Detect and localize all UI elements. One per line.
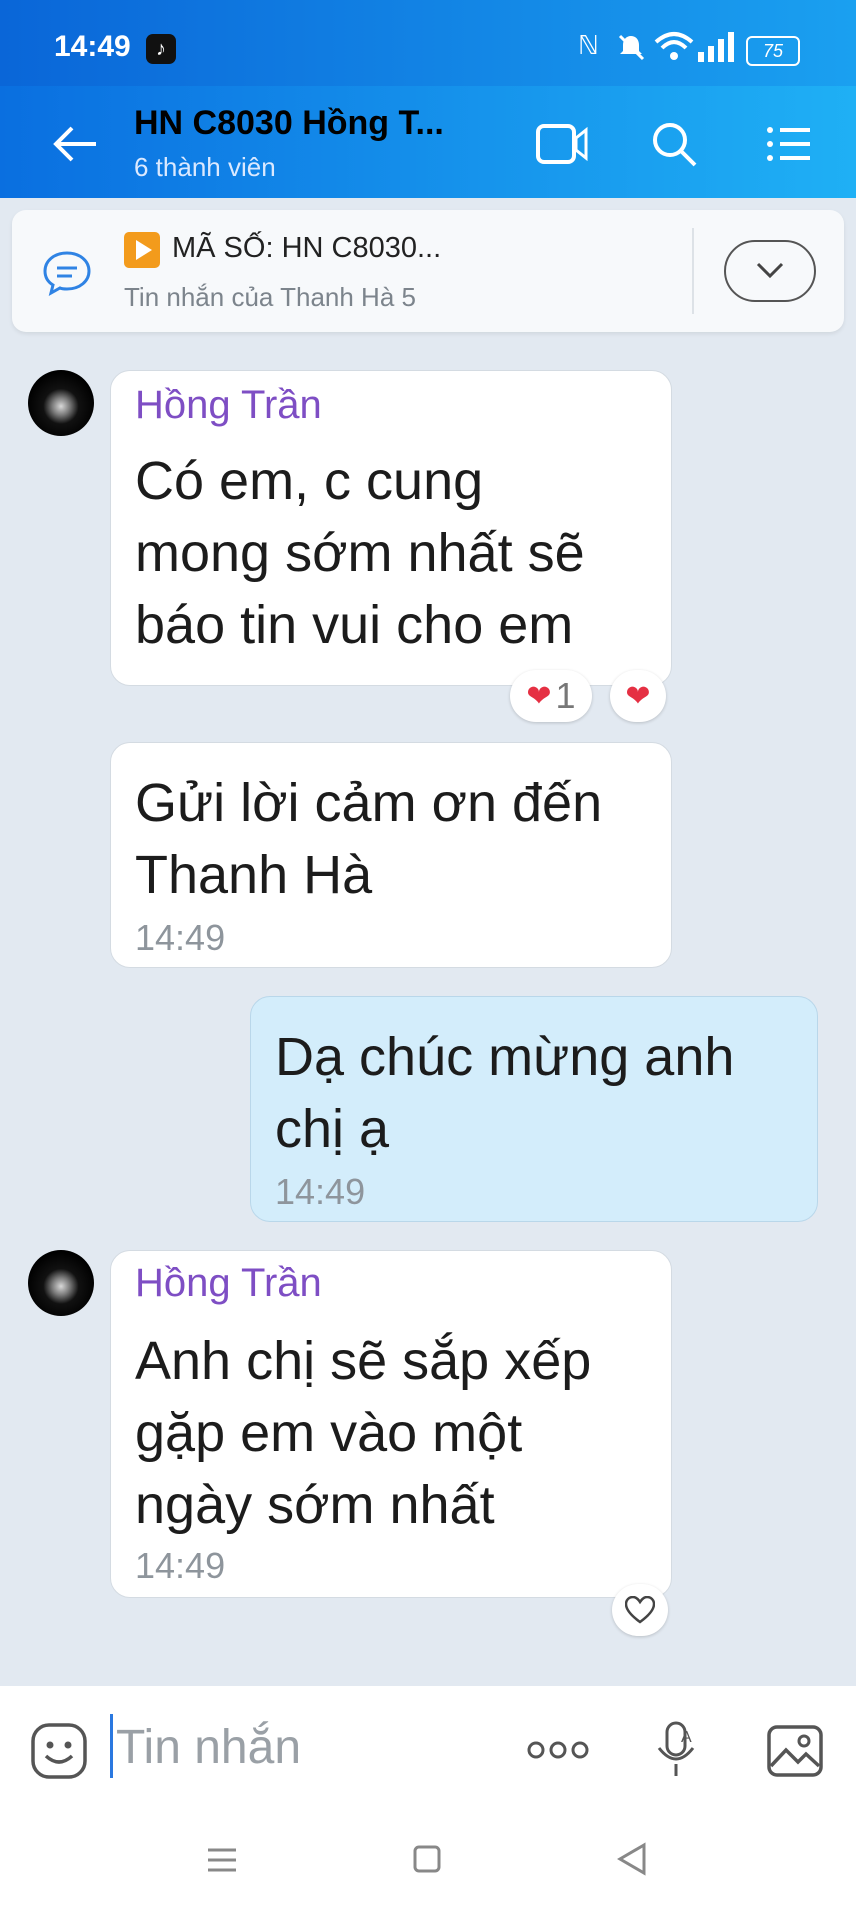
play-icon xyxy=(124,232,160,268)
avatar[interactable] xyxy=(28,370,94,436)
heart-icon: ❤ xyxy=(526,679,552,713)
heart-icon: ❤ xyxy=(625,679,651,713)
message-bubble[interactable]: Hồng Trần Anh chị sẽ sắp xếp gặp em vào … xyxy=(110,1250,672,1598)
video-call-icon[interactable] xyxy=(536,122,588,166)
message-line: Gửi lời cảm ơn đến xyxy=(135,773,603,833)
heart-outline-icon xyxy=(625,1596,655,1624)
message-line: Dạ chúc mừng anh xyxy=(275,1027,735,1087)
sender-name: Hồng Trần xyxy=(135,1261,322,1305)
message-line: Có em, c cung xyxy=(135,451,484,511)
status-bar: 14:49 ♪ ℕ 75 xyxy=(0,0,856,86)
avatar[interactable] xyxy=(28,1250,94,1316)
message-time: 14:49 xyxy=(275,1171,366,1212)
reaction-summary[interactable]: ❤ 1 xyxy=(510,670,592,722)
chat-bubble-icon xyxy=(43,251,91,296)
message-line: Anh chị sẽ sắp xếp xyxy=(135,1331,592,1391)
message-bubble[interactable]: Hồng Trần Có em, c cung mong sớm nhất sẽ… xyxy=(110,370,672,686)
back-arrow-icon[interactable] xyxy=(52,124,98,164)
pinned-subtitle: Tin nhắn của Thanh Hà 5 xyxy=(124,282,416,312)
pinned-divider xyxy=(692,228,694,314)
emoji-icon[interactable] xyxy=(30,1722,88,1780)
more-dots-icon[interactable] xyxy=(526,1736,590,1764)
message-bubble-outgoing[interactable]: Dạ chúc mừng anh chị ạ 14:49 xyxy=(250,996,818,1222)
message-line: ngày sớm nhất xyxy=(135,1475,495,1535)
pinned-title: MÃ SỐ: HN C8030... xyxy=(172,232,442,264)
home-icon[interactable] xyxy=(412,1844,442,1874)
signal-icon xyxy=(698,32,734,62)
message-time: 14:49 xyxy=(135,1545,226,1586)
message-line: chị ạ xyxy=(275,1099,390,1159)
chevron-down-icon xyxy=(756,262,784,279)
mute-bell-icon xyxy=(618,34,645,61)
message-input[interactable]: Tin nhắn xyxy=(116,1720,301,1775)
message-time: 14:49 xyxy=(135,917,226,958)
microphone-icon[interactable]: A xyxy=(654,1720,700,1780)
reaction-count: 1 xyxy=(555,675,576,716)
wifi-icon xyxy=(654,32,694,60)
react-button[interactable] xyxy=(612,1584,668,1636)
sender-name: Hồng Trần xyxy=(135,383,322,427)
back-nav-icon[interactable] xyxy=(616,1842,648,1876)
search-icon[interactable] xyxy=(650,120,698,168)
text-cursor xyxy=(110,1714,113,1778)
member-count[interactable]: 6 thành viên xyxy=(134,152,276,183)
message-line: Thanh Hà xyxy=(135,845,373,905)
image-icon[interactable] xyxy=(766,1722,824,1780)
message-line: báo tin vui cho em xyxy=(135,595,574,655)
react-button[interactable]: ❤ xyxy=(610,670,666,722)
svg-text:A: A xyxy=(681,1729,692,1746)
expand-pinned-button[interactable] xyxy=(724,240,816,302)
battery-icon: 75 xyxy=(746,36,800,66)
battery-level: 75 xyxy=(762,41,784,61)
tiktok-icon: ♪ xyxy=(146,34,176,64)
message-bubble[interactable]: Gửi lời cảm ơn đến Thanh Hà 14:49 xyxy=(110,742,672,968)
status-time: 14:49 xyxy=(54,30,131,63)
pinned-message-bar[interactable] xyxy=(12,210,844,332)
nfc-icon: ℕ xyxy=(578,30,599,60)
recent-apps-icon[interactable] xyxy=(206,1846,238,1874)
message-line: gặp em vào một xyxy=(135,1403,523,1463)
chat-title[interactable]: HN C8030 Hồng T... xyxy=(134,104,444,143)
message-line: mong sớm nhất sẽ xyxy=(135,523,585,583)
list-menu-icon[interactable] xyxy=(766,124,812,164)
